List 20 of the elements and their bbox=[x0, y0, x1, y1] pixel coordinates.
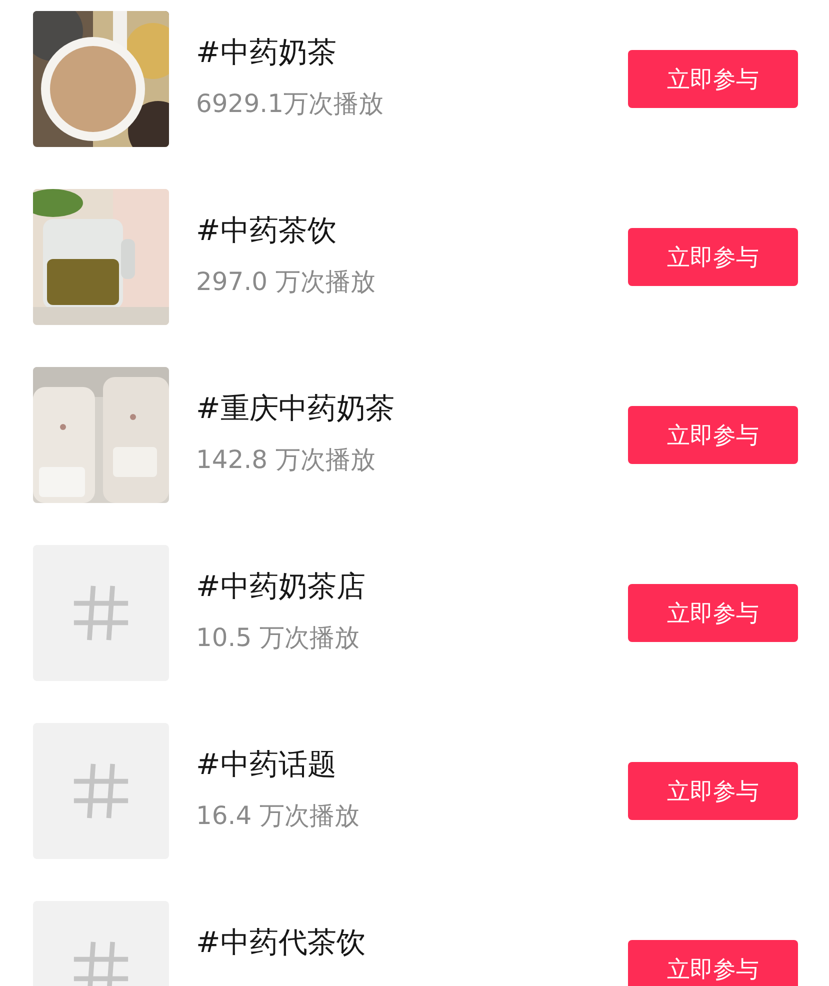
play-count: 16.4 万次播放 bbox=[196, 800, 361, 832]
topic-title: #中药奶茶店 bbox=[196, 568, 366, 605]
topic-title: #中药话题 bbox=[196, 746, 338, 783]
play-count: 10.5 万次播放 bbox=[196, 622, 361, 654]
join-button[interactable]: 立即参与 bbox=[628, 50, 798, 108]
hashtag-icon bbox=[72, 584, 130, 642]
topic-title: #中药奶茶 bbox=[196, 34, 338, 71]
join-button[interactable]: 立即参与 bbox=[628, 228, 798, 286]
topic-title: #重庆中药奶茶 bbox=[196, 390, 396, 427]
join-button[interactable]: 立即参与 bbox=[628, 762, 798, 820]
topic-title: #中药茶饮 bbox=[196, 212, 338, 249]
hashtag-icon bbox=[72, 762, 130, 820]
play-count: 6929.1万次播放 bbox=[196, 88, 384, 120]
join-button[interactable]: 立即参与 bbox=[628, 940, 798, 986]
join-button[interactable]: 立即参与 bbox=[628, 406, 798, 464]
join-button[interactable]: 立即参与 bbox=[628, 584, 798, 642]
topic-title: #中药代茶饮 bbox=[196, 924, 366, 961]
play-count: 142.8 万次播放 bbox=[196, 444, 377, 476]
hashtag-icon bbox=[72, 940, 130, 986]
play-count: 297.0 万次播放 bbox=[196, 266, 377, 298]
